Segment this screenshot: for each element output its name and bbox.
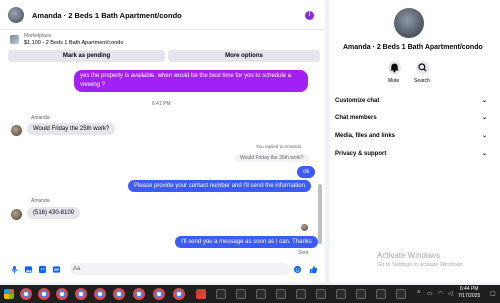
chat-header: Amanda · 2 Beds 1 Bath Apartment/condo i (0, 0, 325, 30)
app-icon[interactable] (236, 289, 246, 299)
message-outgoing[interactable]: Please provide your contact number and I… (128, 180, 311, 192)
sticker-icon[interactable] (38, 265, 47, 274)
app-icon[interactable] (336, 289, 346, 299)
svg-text:GIF: GIF (54, 268, 59, 272)
app-icon[interactable] (396, 289, 406, 299)
details-title: Amanda · 2 Beds 1 Bath Apartment/condo (343, 44, 483, 51)
chrome-icon[interactable] (153, 288, 165, 300)
volume-icon[interactable]: ◁ (448, 290, 453, 297)
chevron-up-icon[interactable]: ˄ (417, 290, 421, 296)
reply-note: You replied to Amanda (256, 144, 302, 149)
menu-label: Chat members (335, 115, 377, 121)
search-button[interactable] (416, 61, 429, 74)
chrome-icon[interactable] (94, 288, 106, 300)
menu-label: Customize chat (335, 98, 380, 104)
bell-icon (390, 63, 399, 73)
scroll-thumb[interactable] (318, 184, 322, 244)
chrome-icon[interactable] (113, 288, 125, 300)
chrome-icon[interactable] (20, 288, 32, 300)
chat-scrollbar[interactable] (318, 64, 322, 256)
menu-label: Media, files and links (335, 133, 396, 139)
image-icon[interactable] (24, 265, 33, 274)
message-text: yes the property is available. when woul… (80, 73, 292, 79)
conversation: yes the property is available. when woul… (0, 64, 325, 260)
mark-pending-button[interactable]: Mark as pending (8, 50, 165, 62)
message-incoming[interactable]: (516) 430-8100 (27, 207, 81, 219)
app-icon[interactable] (256, 289, 266, 299)
app-icon[interactable] (276, 289, 286, 299)
contact-avatar[interactable] (8, 7, 24, 23)
app-icon[interactable] (196, 289, 206, 299)
chrome-icon[interactable] (75, 288, 87, 300)
message-outgoing[interactable]: ok (297, 166, 316, 178)
mute-label: Mute (388, 78, 400, 84)
clock-date: 7/17/2025 (458, 293, 481, 299)
chevron-down-icon: ⌄ (481, 98, 487, 104)
taskbar-clock[interactable]: 6:44 PM 7/17/2025 (458, 286, 480, 300)
message-text: viewing ? (80, 82, 106, 88)
profile-avatar[interactable] (394, 8, 424, 38)
sender-name: Amanda (31, 115, 50, 121)
gif-icon[interactable]: GIF (52, 265, 61, 274)
menu-privacy-support[interactable]: Privacy & support ⌄ (335, 148, 487, 160)
message-input[interactable]: Aa (70, 263, 290, 275)
app-icon[interactable] (356, 289, 366, 299)
chevron-down-icon: ⌄ (481, 133, 487, 139)
chat-panel: Amanda · 2 Beds 1 Bath Apartment/condo i… (0, 0, 325, 282)
app-icon[interactable] (316, 289, 326, 299)
network-icon[interactable]: ▭ (427, 290, 433, 297)
chrome-icon[interactable] (38, 288, 50, 300)
chrome-icon[interactable] (133, 288, 145, 300)
marketplace-listing[interactable]: Marketplace $1,100 - 2 Beds 1 Bath Apart… (8, 33, 320, 48)
chevron-down-icon: ⌄ (481, 115, 487, 121)
sender-avatar (11, 125, 22, 136)
windows-start-icon[interactable] (4, 289, 14, 299)
chat-title[interactable]: Amanda · 2 Beds 1 Bath Apartment/condo (32, 11, 182, 20)
chevron-down-icon: ⌄ (481, 151, 487, 157)
thumbs-up-icon[interactable] (309, 265, 318, 274)
activate-windows-title: Activate Windows (377, 251, 441, 260)
read-receipt-avatar (301, 224, 308, 231)
message-outgoing[interactable]: I'll send you a message as soon as I can… (175, 236, 318, 248)
menu-chat-members[interactable]: Chat members ⌄ (335, 112, 487, 124)
chrome-icon[interactable] (173, 288, 185, 300)
listing-price: $1,100 - 2 Beds 1 Bath Apartment/condo (24, 40, 124, 46)
menu-media-files-links[interactable]: Media, files and links ⌄ (335, 130, 487, 142)
mute-button[interactable] (388, 61, 401, 74)
menu-customize-chat[interactable]: Customize chat ⌄ (335, 95, 487, 107)
search-label: Search (414, 78, 430, 84)
emoji-icon[interactable] (293, 265, 302, 274)
message-outgoing[interactable]: yes the property is available. when woul… (74, 70, 308, 92)
app-icon[interactable] (296, 289, 306, 299)
microphone-icon[interactable] (10, 265, 19, 274)
notification-icon[interactable]: ▢ (490, 290, 496, 297)
search-icon (418, 63, 427, 72)
sent-status: Sent (298, 250, 309, 256)
app-icon[interactable] (216, 289, 226, 299)
activate-windows-subtitle: Go to Settings to activate Windows. (377, 262, 464, 268)
sender-avatar (11, 209, 22, 220)
details-panel: Amanda · 2 Beds 1 Bath Apartment/condo M… (330, 0, 500, 282)
app-icon[interactable] (376, 289, 386, 299)
wifi-icon[interactable]: ◠ (438, 290, 443, 297)
reply-quote: Would Friday the 25th work? (235, 154, 309, 162)
info-icon[interactable]: i (305, 11, 314, 20)
marketplace-label: Marketplace (24, 33, 52, 39)
sender-name: Amanda (31, 198, 50, 204)
message-timestamp: 6:41 PM (152, 101, 171, 107)
listing-thumbnail (10, 35, 19, 44)
more-options-button[interactable]: More options (168, 50, 320, 62)
clock-time: 6:44 PM (459, 286, 479, 292)
message-incoming[interactable]: Would Friday the 25th work? (27, 123, 116, 135)
menu-label: Privacy & support (335, 151, 387, 157)
chrome-icon[interactable] (56, 288, 68, 300)
